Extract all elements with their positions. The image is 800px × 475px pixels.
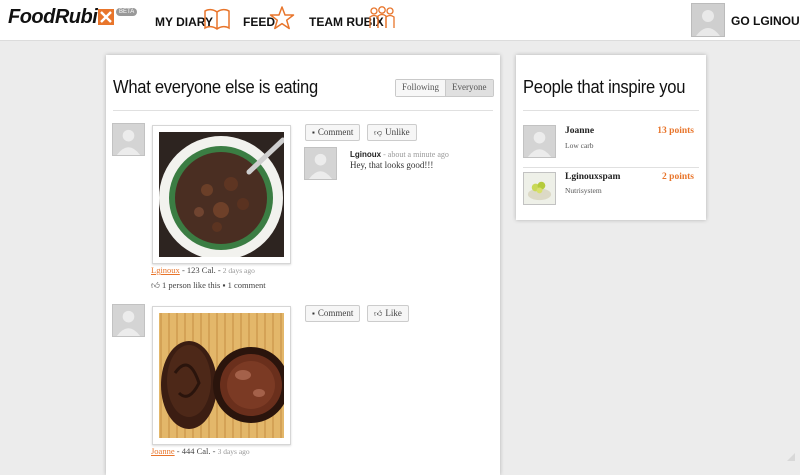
comment-button-label: Comment xyxy=(317,308,354,318)
logo-text: FoodRubi xyxy=(8,6,98,28)
beta-badge: BETA xyxy=(116,8,138,16)
person-avatar[interactable] xyxy=(523,125,556,158)
person-diet: Low carb xyxy=(565,141,594,150)
row-divider xyxy=(523,167,699,168)
post-calories: - 123 Cal. - xyxy=(179,265,223,275)
feed-panel: What everyone else is eating Following E… xyxy=(106,55,500,475)
user-menu[interactable]: GO LGINOUX▾ xyxy=(731,14,800,28)
comment-author: Lginoux - about a minute ago xyxy=(350,150,449,159)
comment-author-avatar[interactable] xyxy=(304,147,337,180)
post-meta: Lginoux - 123 Cal. - 2 days ago xyxy=(151,265,255,275)
person-points: 13 points xyxy=(657,126,694,136)
stew-bowl-photo xyxy=(159,132,284,257)
like-button-label: Like xyxy=(385,308,402,318)
filter-following[interactable]: Following xyxy=(396,80,446,96)
filter-everyone[interactable]: Everyone xyxy=(445,80,493,96)
post-meta: Joanne - 444 Cal. - 3 days ago xyxy=(151,446,250,456)
thumbs-up-icon: 👍︎ xyxy=(151,280,160,290)
user-menu-label: GO LGINOUX xyxy=(731,14,800,28)
post-photo-frame[interactable] xyxy=(152,125,291,264)
comments-count[interactable]: 1 comment xyxy=(228,280,266,290)
post-calories: - 444 Cal. - xyxy=(174,446,218,456)
feed-title: What everyone else is eating xyxy=(113,77,318,97)
inspire-panel: People that inspire you Joanne Low carb … xyxy=(516,55,706,220)
title-divider xyxy=(523,110,699,111)
post-stats: 👍︎ 1 person like this ▪ 1 comment xyxy=(151,280,266,291)
open-book-icon xyxy=(204,8,230,30)
inspire-title: People that inspire you xyxy=(523,77,686,97)
foodrubix-logo[interactable]: FoodRubi xyxy=(8,6,115,29)
unlike-button-label: Unlike xyxy=(385,127,410,137)
comment-button-label: Comment xyxy=(317,127,354,137)
post-photo-frame[interactable] xyxy=(152,306,291,445)
likes-count[interactable]: 1 person like this xyxy=(162,280,220,290)
star-icon xyxy=(269,6,295,30)
like-button[interactable]: 👍︎ Like xyxy=(367,305,409,322)
person-name[interactable]: Joanne xyxy=(565,126,594,136)
post-author-avatar[interactable] xyxy=(112,304,145,337)
post-author-avatar[interactable] xyxy=(112,123,145,156)
post-time: 2 days ago xyxy=(222,266,255,275)
person-diet: Nutrisystem xyxy=(565,186,602,195)
post-author-link[interactable]: Joanne xyxy=(151,446,175,456)
post-time: 3 days ago xyxy=(217,447,250,456)
person-points: 2 points xyxy=(662,172,694,182)
logo-x-icon xyxy=(98,9,115,25)
user-avatar[interactable] xyxy=(691,3,725,37)
comment-button[interactable]: ▪ Comment xyxy=(305,305,361,322)
chocolate-cups-photo xyxy=(159,313,284,438)
speech-bubble-icon: ▪ xyxy=(222,280,226,290)
title-divider xyxy=(113,110,493,111)
top-navigation-bar: FoodRubi BETA MY DIARY FEED TEAM RUBIX G… xyxy=(0,0,800,41)
thumbs-up-icon: 👍︎ xyxy=(374,309,383,318)
speech-bubble-icon: ▪ xyxy=(312,309,315,318)
person-name[interactable]: Lginouxspam xyxy=(565,172,620,182)
post-author-link[interactable]: Lginoux xyxy=(151,265,180,275)
comment-text: Hey, that looks good!!! xyxy=(350,160,434,170)
comment-author-name[interactable]: Lginoux xyxy=(350,150,381,159)
thumbs-down-icon: 👎︎ xyxy=(374,128,383,137)
comment-button[interactable]: ▪ Comment xyxy=(305,124,361,141)
person-avatar[interactable] xyxy=(523,172,556,205)
team-people-icon xyxy=(369,6,395,28)
unlike-button[interactable]: 👎︎ Unlike xyxy=(367,124,417,141)
resize-grip-icon[interactable] xyxy=(786,452,796,462)
speech-bubble-icon: ▪ xyxy=(312,128,315,137)
feed-filter-toggle: Following Everyone xyxy=(395,79,494,97)
comment-time: - about a minute ago xyxy=(381,150,449,159)
